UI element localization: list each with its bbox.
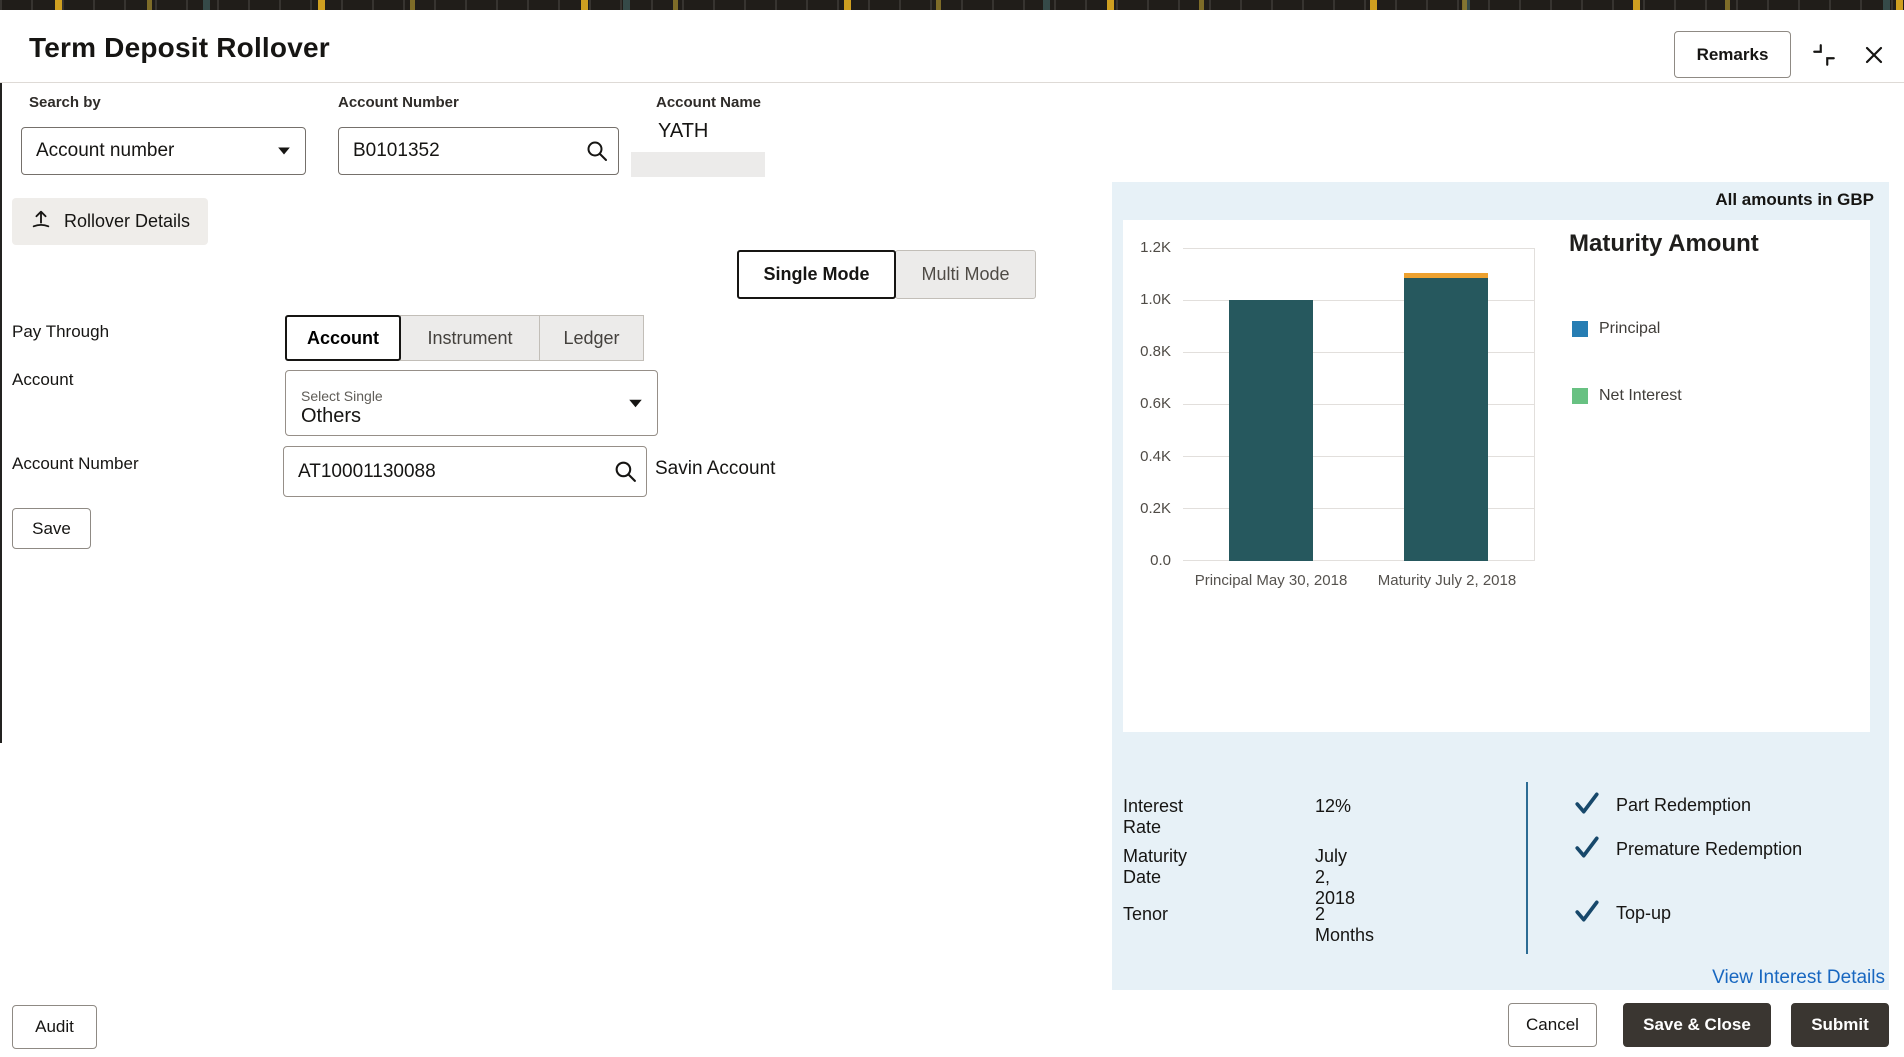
fact-value: 12% xyxy=(1315,796,1352,816)
account-select-value: Others xyxy=(301,404,362,427)
page-title: Term Deposit Rollover xyxy=(29,32,330,63)
fact-label: Maturity Date xyxy=(1123,846,1188,887)
pay-through-tab-ledger[interactable]: Ledger xyxy=(539,315,644,361)
audit-button[interactable]: Audit xyxy=(12,1005,97,1049)
fact-value: 2 Months xyxy=(1315,904,1375,945)
account-select[interactable]: Select Single Others xyxy=(285,370,658,436)
vertical-divider xyxy=(1526,782,1528,954)
decorative-top-band xyxy=(0,0,1904,10)
search-account-number-input[interactable] xyxy=(339,128,576,174)
view-interest-details-link[interactable]: View Interest Details xyxy=(1712,967,1885,989)
y-axis-ticks: 1.2K 1.0K 0.8K 0.6K 0.4K 0.2K 0.0 xyxy=(1123,240,1171,569)
bar-maturity xyxy=(1404,248,1489,561)
chevron-down-icon xyxy=(277,140,291,162)
search-icon[interactable] xyxy=(576,128,618,174)
y-tick: 0.2K xyxy=(1140,499,1171,517)
flag-premature-redemption: Premature Redemption xyxy=(1572,834,1802,865)
maturity-chart-card: 1.2K 1.0K 0.8K 0.6K 0.4K 0.2K 0.0 Princi… xyxy=(1123,220,1870,732)
remarks-button[interactable]: Remarks xyxy=(1674,31,1791,78)
legend-item-principal: Principal xyxy=(1572,320,1660,338)
rollover-details-label: Rollover Details xyxy=(64,211,191,231)
legend-label: Net Interest xyxy=(1599,387,1682,404)
bar-slot xyxy=(1183,248,1359,561)
form-account-number-field xyxy=(283,446,647,497)
check-icon xyxy=(1572,834,1602,865)
search-icon[interactable] xyxy=(604,447,646,496)
fact-label: Tenor xyxy=(1123,904,1169,924)
search-account-number-field xyxy=(338,127,619,175)
flag-part-redemption: Part Redemption xyxy=(1572,790,1751,821)
search-account-number-label: Account Number xyxy=(338,94,459,111)
bar-segment-principal xyxy=(1228,300,1313,561)
form-account-number-input[interactable] xyxy=(284,447,604,496)
y-tick: 0.4K xyxy=(1140,447,1171,465)
bar-segment-principal xyxy=(1404,278,1489,561)
save-and-close-button[interactable]: Save & Close xyxy=(1623,1003,1771,1047)
header: Term Deposit Rollover Remarks xyxy=(0,10,1904,83)
x-label-maturity: Maturity July 2, 2018 xyxy=(1377,572,1517,589)
search-by-select[interactable]: Account number xyxy=(21,127,306,175)
bar-principal xyxy=(1228,248,1313,561)
form-account-number-label: Account Number xyxy=(12,454,139,473)
bar-plot xyxy=(1183,248,1535,561)
collapse-icon[interactable] xyxy=(1808,40,1840,70)
legend-swatch-principal xyxy=(1572,321,1588,337)
pay-through-tab-account[interactable]: Account xyxy=(285,315,401,361)
y-tick: 0.6K xyxy=(1140,395,1171,413)
x-label-principal: Principal May 30, 2018 xyxy=(1194,572,1348,589)
close-icon[interactable] xyxy=(1858,40,1890,70)
flag-label: Premature Redemption xyxy=(1616,839,1803,859)
pay-through-label: Pay Through xyxy=(12,322,110,341)
cancel-button[interactable]: Cancel xyxy=(1508,1003,1597,1047)
search-by-value: Account number xyxy=(36,140,175,161)
term-deposit-rollover-window: Term Deposit Rollover Remarks Search by … xyxy=(0,0,1904,1057)
account-select-caption: Select Single xyxy=(301,387,383,404)
search-by-label: Search by xyxy=(29,94,101,111)
x-axis-labels: Principal May 30, 2018 Maturity July 2, … xyxy=(1183,572,1535,589)
save-button[interactable]: Save xyxy=(12,508,91,549)
rollover-details-tab[interactable]: Rollover Details xyxy=(12,198,209,245)
y-tick: 1.0K xyxy=(1140,291,1171,309)
bar-slot xyxy=(1359,248,1535,561)
account-label: Account xyxy=(12,370,74,389)
submit-button[interactable]: Submit xyxy=(1791,1003,1889,1047)
fact-value: July 2, 2018 xyxy=(1315,846,1356,908)
account-select-texts: Select Single Others xyxy=(286,379,613,428)
bars xyxy=(1183,248,1534,561)
legend-swatch-net-interest xyxy=(1572,388,1588,404)
account-name-value: YATH xyxy=(658,120,709,142)
pay-through-tab-instrument[interactable]: Instrument xyxy=(400,315,540,361)
y-tick: 0.0 xyxy=(1150,551,1171,569)
multi-mode-button[interactable]: Multi Mode xyxy=(895,250,1036,299)
rollover-details-icon xyxy=(30,208,52,235)
account-name-label: Account Name xyxy=(656,94,762,111)
check-icon xyxy=(1572,898,1602,929)
deposit-summary-panel: All amounts in GBP 1.2K 1.0K 0.8K 0.6K 0… xyxy=(1112,182,1889,990)
y-tick: 1.2K xyxy=(1140,239,1171,256)
y-tick: 0.8K xyxy=(1140,343,1171,361)
account-type-hint: Savin Account xyxy=(655,458,776,479)
chevron-down-icon xyxy=(613,398,657,409)
amounts-note: All amounts in GBP xyxy=(1715,190,1874,209)
panel-edge-line xyxy=(0,83,2,743)
footer-bar: Audit Cancel Save & Close Submit xyxy=(0,998,1904,1057)
chart-title: Maturity Amount xyxy=(1569,230,1759,257)
check-icon xyxy=(1572,790,1602,821)
flag-top-up: Top-up xyxy=(1572,898,1671,929)
fact-label: Interest Rate xyxy=(1123,796,1184,837)
flag-label: Part Redemption xyxy=(1616,795,1752,815)
single-mode-button[interactable]: Single Mode xyxy=(737,250,896,299)
flag-label: Top-up xyxy=(1616,903,1672,923)
account-name-placeholder xyxy=(631,152,765,177)
legend-label: Principal xyxy=(1599,320,1661,337)
legend-item-net-interest: Net Interest xyxy=(1572,387,1682,405)
